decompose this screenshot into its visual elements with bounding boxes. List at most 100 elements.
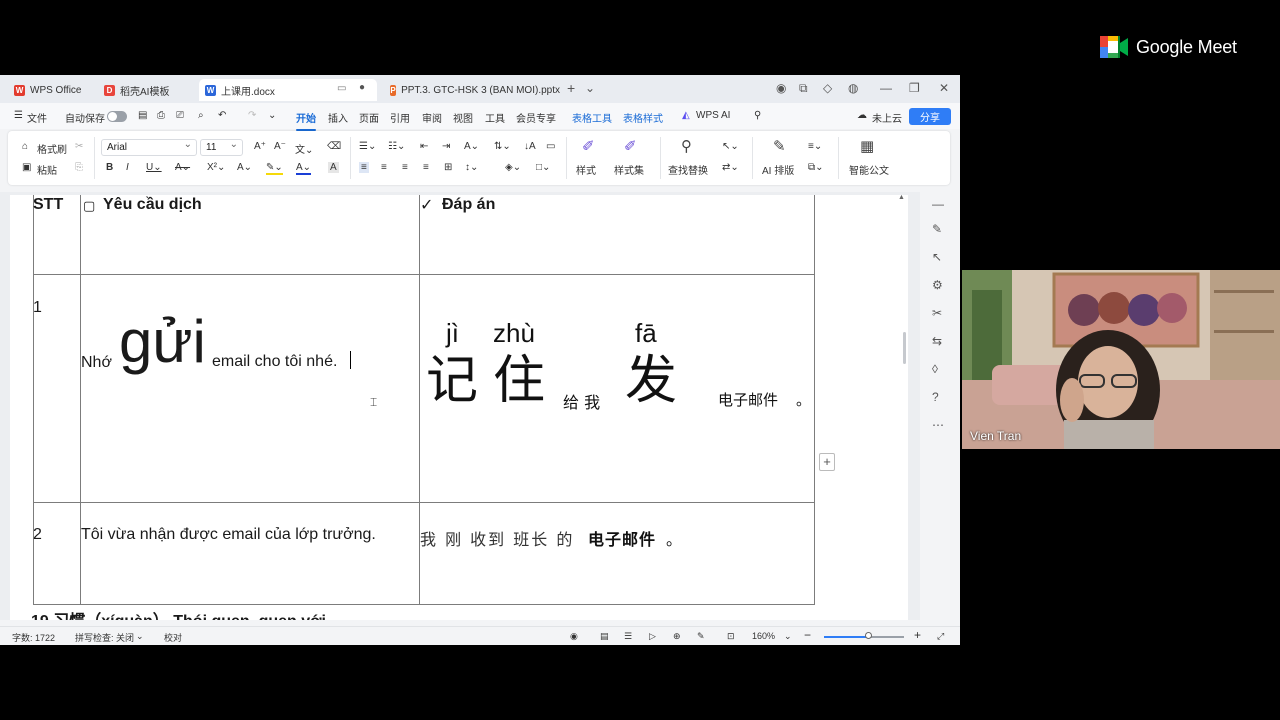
undo-icon[interactable]: ↶ (218, 110, 226, 121)
menu-table-style[interactable]: 表格样式 (623, 110, 663, 125)
tools-icon[interactable]: ✂ (932, 306, 942, 320)
menu-view[interactable]: 视图 (453, 110, 473, 125)
redo-icon[interactable]: ↷ (248, 110, 256, 121)
superscript-icon[interactable]: X²⌄ (207, 162, 225, 173)
tab-docer-templates[interactable]: D 稻壳AI模板 (98, 79, 194, 101)
cut-icon[interactable]: ✂ (75, 141, 83, 152)
add-column-icon[interactable]: + (819, 453, 835, 471)
new-tab-icon[interactable]: + (567, 80, 575, 96)
word-count[interactable]: 字数: 1722 (12, 631, 55, 644)
window-restore-icon[interactable]: ▭ (337, 83, 346, 94)
share-button[interactable]: 分享 (909, 108, 951, 125)
shrink-font-icon[interactable]: A⁻ (274, 141, 286, 152)
font-size-select[interactable]: 11 (200, 137, 243, 156)
paragraph-layout-icon[interactable]: ≡⌄ (808, 141, 822, 152)
underline-icon[interactable]: U⌄ (146, 162, 162, 173)
spellcheck-status[interactable]: 拼写检查: 关闭 (75, 631, 134, 644)
font-color-icon[interactable]: A⌄ (296, 162, 312, 175)
scrollbar-thumb[interactable] (903, 332, 906, 364)
shape-icon[interactable]: ⧉⌄ (808, 162, 824, 173)
style-set-button[interactable]: 样式集 (614, 162, 644, 177)
chevron-down-icon[interactable]: ⌄ (585, 81, 595, 95)
line-spacing-icon[interactable]: ↕⌄ (465, 162, 478, 173)
decrease-indent-icon[interactable]: ⇤ (420, 141, 428, 152)
adjust-icon[interactable]: ⚙ (932, 278, 943, 292)
page-view-icon[interactable]: ▤ (600, 631, 609, 642)
menu-home[interactable]: 开始 (296, 110, 316, 131)
user-avatar-icon[interactable]: ◍ (848, 81, 858, 95)
colorful-circle-icon[interactable]: ◉ (776, 81, 786, 95)
borders-icon[interactable]: □⌄ (536, 162, 550, 173)
pen-mode-icon[interactable]: ✎ (697, 631, 705, 642)
justify-icon[interactable]: ≡ (423, 162, 429, 173)
replace-icon[interactable]: ⇄⌄ (722, 162, 739, 173)
pen-icon[interactable]: ✎ (932, 222, 942, 236)
menu-page[interactable]: 页面 (359, 110, 379, 125)
unsaved-dot-icon[interactable]: ● (359, 82, 365, 93)
save-icon[interactable]: ▤ (138, 110, 147, 121)
tab-wps-office[interactable]: W WPS Office (8, 79, 92, 101)
ai-layout-button[interactable]: AI 排版 (762, 162, 794, 177)
menu-references[interactable]: 引用 (390, 110, 410, 125)
translate-icon[interactable]: ⇆ (932, 334, 942, 348)
minimize-icon[interactable]: — (880, 81, 892, 95)
grow-font-icon[interactable]: A⁺ (254, 141, 266, 152)
zoom-level[interactable]: 160% (752, 631, 775, 641)
copy-icon[interactable]: ⎘ (75, 162, 83, 173)
menu-wps-ai[interactable]: WPS AI (696, 110, 730, 121)
outline-view-icon[interactable]: ☰ (624, 631, 632, 642)
chevron-down-icon[interactable]: ⌄ (784, 631, 792, 642)
menu-review[interactable]: 审阅 (422, 110, 442, 125)
zoom-slider-knob[interactable] (865, 632, 872, 639)
eye-icon[interactable]: ◉ (570, 631, 578, 642)
participant-video-tile[interactable]: Vien Tran (962, 270, 1280, 449)
export-icon[interactable]: ⎙ (157, 110, 165, 121)
proofread-button[interactable]: 校对 (164, 631, 182, 644)
shading-icon[interactable]: ◈⌄ (505, 162, 521, 173)
zoom-slider[interactable] (824, 636, 904, 638)
select-arrow-icon[interactable]: ↖ (932, 250, 942, 264)
bullet-list-icon[interactable]: ☰⌄ (359, 141, 376, 152)
sort-icon[interactable]: ⇅⌄ (494, 141, 511, 152)
select-icon[interactable]: ↖⌄ (722, 141, 739, 152)
fullscreen-icon[interactable]: ⤢ (937, 631, 944, 642)
strikethrough-icon[interactable]: A⌄ (175, 162, 190, 173)
document-page[interactable]: STT ▢ Yêu cầu dịch ✓ Đáp án 1 Nhớ gửi em… (10, 195, 908, 620)
cube-icon[interactable]: ◇ (823, 81, 832, 95)
align-right-icon[interactable]: ≡ (402, 162, 408, 173)
tab-document-active[interactable]: W 上课用.docx ▭ ● (199, 79, 377, 101)
numbered-list-icon[interactable]: ☷⌄ (388, 141, 405, 152)
format-painter-button[interactable]: 格式刷 (37, 141, 67, 156)
menu-table-tools[interactable]: 表格工具 (572, 110, 612, 125)
window-layout-icon[interactable]: ⧉ (799, 81, 808, 96)
font-name-select[interactable]: Arial (101, 137, 197, 156)
chevron-down-icon[interactable]: ⌄ (136, 631, 144, 642)
collapse-icon[interactable]: — (932, 197, 944, 211)
align-left-icon[interactable]: ≡ (359, 162, 369, 173)
italic-icon[interactable]: I (126, 162, 129, 173)
show-marks-icon[interactable]: ▭ (546, 141, 555, 152)
paste-button[interactable]: 粘贴 (37, 162, 57, 177)
shapes-icon[interactable]: ◊ (932, 362, 938, 376)
quick-access-chevron-icon[interactable]: ⌄ (268, 110, 276, 121)
styles-button[interactable]: 样式 (576, 162, 596, 177)
sort-az-icon[interactable]: ↓A (524, 141, 536, 152)
distributed-icon[interactable]: ⊞ (444, 162, 452, 173)
preview-icon[interactable]: ⌕ (198, 110, 204, 121)
more-icon[interactable]: ⋯ (932, 418, 944, 432)
vertical-scrollbar[interactable]: ▲ ▼ (896, 192, 908, 620)
help-icon[interactable]: ? (932, 390, 939, 404)
text-direction-icon[interactable]: A⌄ (464, 141, 479, 152)
menu-tools[interactable]: 工具 (485, 110, 505, 125)
zoom-out-icon[interactable]: − (804, 628, 811, 642)
menu-member[interactable]: 会员专享 (516, 110, 556, 125)
cloud-status[interactable]: 未上云 (872, 110, 902, 125)
search-icon[interactable]: ⚲ (754, 110, 761, 121)
autosave-toggle[interactable] (107, 111, 127, 122)
text-effect-icon[interactable]: A⌄ (237, 162, 252, 173)
bold-icon[interactable]: B (106, 162, 113, 173)
smart-doc-button[interactable]: 智能公文 (849, 162, 889, 177)
hamburger-menu-icon[interactable]: ☰ (14, 110, 23, 121)
zoom-in-icon[interactable]: + (914, 628, 921, 642)
menu-insert[interactable]: 插入 (328, 110, 348, 125)
